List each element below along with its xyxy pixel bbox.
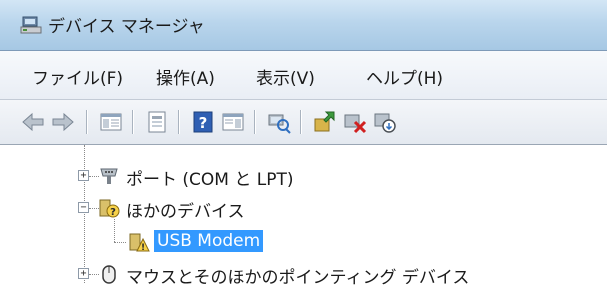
tree-node-label: マウスとそのほかのポインティング デバイス bbox=[126, 268, 470, 288]
svg-text:?: ? bbox=[199, 114, 208, 132]
action-pane-icon[interactable] bbox=[220, 109, 246, 135]
mouse-icon bbox=[102, 265, 116, 284]
menu-file[interactable]: ファイル(F) bbox=[32, 64, 123, 89]
window-title: デバイス マネージャ bbox=[48, 17, 205, 37]
tree-node-label: ほかのデバイス bbox=[126, 202, 245, 222]
forward-arrow-icon[interactable] bbox=[50, 109, 76, 135]
toolbar-separator bbox=[86, 110, 87, 134]
expand-button[interactable]: + bbox=[78, 170, 89, 181]
update-driver-icon[interactable] bbox=[312, 109, 338, 135]
tree-node-label-selected: USB Modem bbox=[154, 230, 264, 252]
toolbar: ? bbox=[0, 100, 607, 145]
toolbar-separator bbox=[178, 110, 179, 134]
toolbar-separator bbox=[254, 110, 255, 134]
port-connector-icon bbox=[100, 168, 118, 184]
scan-hardware-changes-icon[interactable] bbox=[266, 109, 292, 135]
menu-action[interactable]: 操作(A) bbox=[156, 64, 215, 89]
device-warning-icon: ! bbox=[129, 233, 150, 253]
unknown-device-icon: ? bbox=[99, 199, 120, 218]
tree-connector bbox=[114, 219, 115, 242]
tree-node-label: ポート (COM と LPT) bbox=[126, 170, 294, 190]
expand-button[interactable]: + bbox=[78, 268, 89, 279]
menu-help[interactable]: ヘルプ(H) bbox=[366, 64, 443, 89]
tree-connector bbox=[84, 145, 85, 283]
collapse-button[interactable]: − bbox=[78, 202, 89, 213]
device-manager-icon bbox=[20, 16, 42, 34]
toolbar-separator bbox=[300, 110, 301, 134]
show-hide-console-tree-icon[interactable] bbox=[98, 109, 124, 135]
title-bar: デバイス マネージャ bbox=[0, 0, 607, 51]
help-icon[interactable]: ? bbox=[190, 109, 216, 135]
properties-icon[interactable] bbox=[144, 109, 170, 135]
back-arrow-icon[interactable] bbox=[20, 109, 46, 135]
menu-bar: ファイル(F) 操作(A) 表示(V) ヘルプ(H) bbox=[0, 51, 607, 100]
disable-device-icon[interactable] bbox=[372, 109, 398, 135]
tree-connector bbox=[114, 242, 126, 243]
menu-view[interactable]: 表示(V) bbox=[256, 64, 315, 89]
uninstall-icon[interactable] bbox=[342, 109, 368, 135]
svg-text:!: ! bbox=[141, 243, 145, 253]
device-tree: + ポート (COM と LPT) − ? ほかのデバイス ! USB Mode… bbox=[0, 145, 607, 293]
toolbar-separator bbox=[132, 110, 133, 134]
svg-text:?: ? bbox=[110, 207, 116, 218]
